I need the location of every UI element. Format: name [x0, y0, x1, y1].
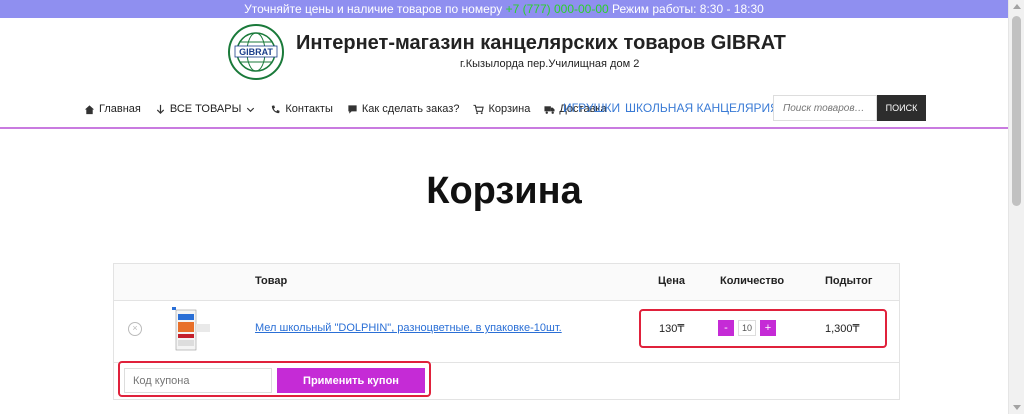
- nav-item-school-supplies[interactable]: ШКОЛЬНАЯ КАНЦЕЛЯРИЯ: [625, 101, 779, 115]
- nav-label-all-products: ВСЕ ТОВАРЫ: [169, 103, 242, 115]
- announcement-hours: Режим работы: 8:30 - 18:30: [608, 2, 764, 16]
- product-thumbnail[interactable]: [166, 306, 216, 352]
- column-header-product: Товар: [255, 275, 288, 287]
- site-logo[interactable]: GIBRAT: [228, 24, 284, 80]
- nav-label-cart: Корзина: [488, 103, 531, 115]
- page-title: Корзина: [426, 170, 582, 212]
- nav-item-how-to-order[interactable]: Как сделать заказ?: [347, 103, 460, 115]
- page-scrollbar[interactable]: [1008, 0, 1024, 414]
- arrow-down-icon: [156, 104, 165, 114]
- announcement-bar: Уточняйте цены и наличие товаров по номе…: [0, 0, 1008, 18]
- search-button[interactable]: ПОИСК: [877, 95, 926, 121]
- highlight-box-coupon: [118, 361, 431, 397]
- nav-label-how-to-order: Как сделать заказ?: [361, 103, 460, 115]
- column-header-price: Цена: [658, 275, 686, 287]
- column-header-subtotal: Подытог: [825, 275, 873, 287]
- scroll-down-arrow-icon[interactable]: [1013, 405, 1021, 410]
- site-address: г.Кызылорда пер.Училищная дом 2: [460, 58, 640, 70]
- phone-icon: [272, 104, 280, 113]
- cart-icon: [473, 104, 485, 114]
- nav-item-toys[interactable]: ИГРУШКИ: [563, 101, 620, 115]
- truck-icon: [544, 105, 555, 114]
- cart-table-header: Товар Цена Количество Подытог: [114, 264, 899, 301]
- nav-divider: [0, 127, 1008, 129]
- chevron-down-icon: [247, 107, 255, 112]
- nav-label-contacts: Контакты: [285, 103, 333, 115]
- home-icon: [84, 104, 95, 114]
- announcement-text: Уточняйте цены и наличие товаров по номе…: [244, 2, 506, 16]
- nav-item-contacts[interactable]: Контакты: [270, 103, 333, 115]
- nav-item-cart[interactable]: Корзина: [473, 103, 530, 115]
- site-title[interactable]: Интернет-магазин канцелярских товаров GI…: [296, 32, 786, 55]
- product-name-link[interactable]: Мел школьный "DOLPHIN", разноцветные, в …: [255, 322, 562, 334]
- main-nav: Главная ВСЕ ТОВАРЫ Контакты Как сделать …: [84, 96, 621, 122]
- scroll-thumb[interactable]: [1012, 16, 1021, 206]
- comment-icon: [348, 104, 357, 114]
- logo-text: GIBRAT: [239, 47, 273, 57]
- column-header-quantity: Количество: [720, 275, 785, 287]
- remove-item-icon[interactable]: ×: [128, 322, 142, 336]
- highlight-box-price-qty: [639, 309, 887, 348]
- nav-item-home[interactable]: Главная: [84, 103, 141, 115]
- search-input[interactable]: [773, 95, 877, 121]
- announcement-phone[interactable]: +7 (777) 000-00-00: [506, 2, 609, 16]
- scroll-up-arrow-icon[interactable]: [1013, 4, 1021, 9]
- nav-item-all-products[interactable]: ВСЕ ТОВАРЫ: [155, 103, 256, 115]
- nav-label-home: Главная: [99, 103, 141, 115]
